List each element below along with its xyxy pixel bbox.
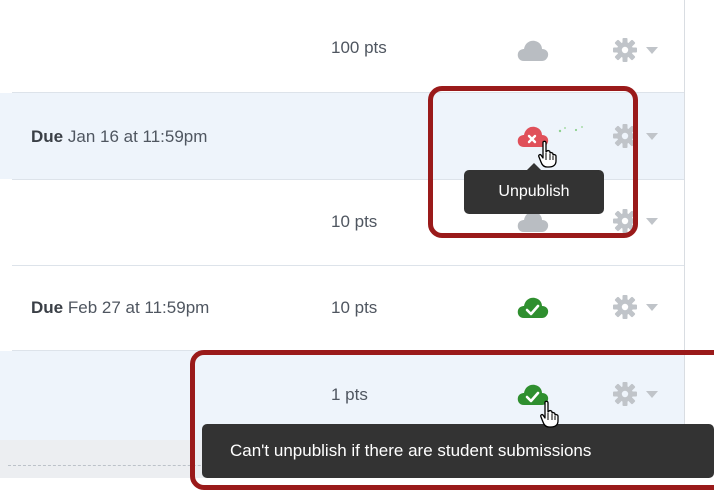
assignment-row: Due Feb 27 at 11:59pm 10 pts [0, 266, 685, 350]
points-label: 10 pts [331, 212, 378, 231]
points-label: 10 pts [331, 298, 378, 317]
highlight-box-cant-unpublish [190, 350, 714, 490]
assignment-row: 100 pts [0, 0, 685, 92]
unpublished-cloud-icon[interactable] [516, 37, 550, 63]
published-check-cloud-icon[interactable] [516, 294, 550, 320]
due-label: Due [31, 298, 64, 317]
highlight-box-unpublish [428, 86, 638, 238]
points-label: 100 pts [331, 38, 387, 57]
due-date: Due Feb 27 at 11:59pm [31, 298, 209, 318]
due-date-value: Feb 27 at 11:59pm [67, 298, 210, 317]
settings-gear-icon[interactable] [612, 37, 664, 63]
settings-gear-icon[interactable] [612, 294, 664, 320]
due-date: Due Jan 16 at 11:59pm [31, 127, 207, 147]
due-date-value: Jan 16 at 11:59pm [67, 127, 208, 146]
due-label: Due [31, 127, 64, 146]
